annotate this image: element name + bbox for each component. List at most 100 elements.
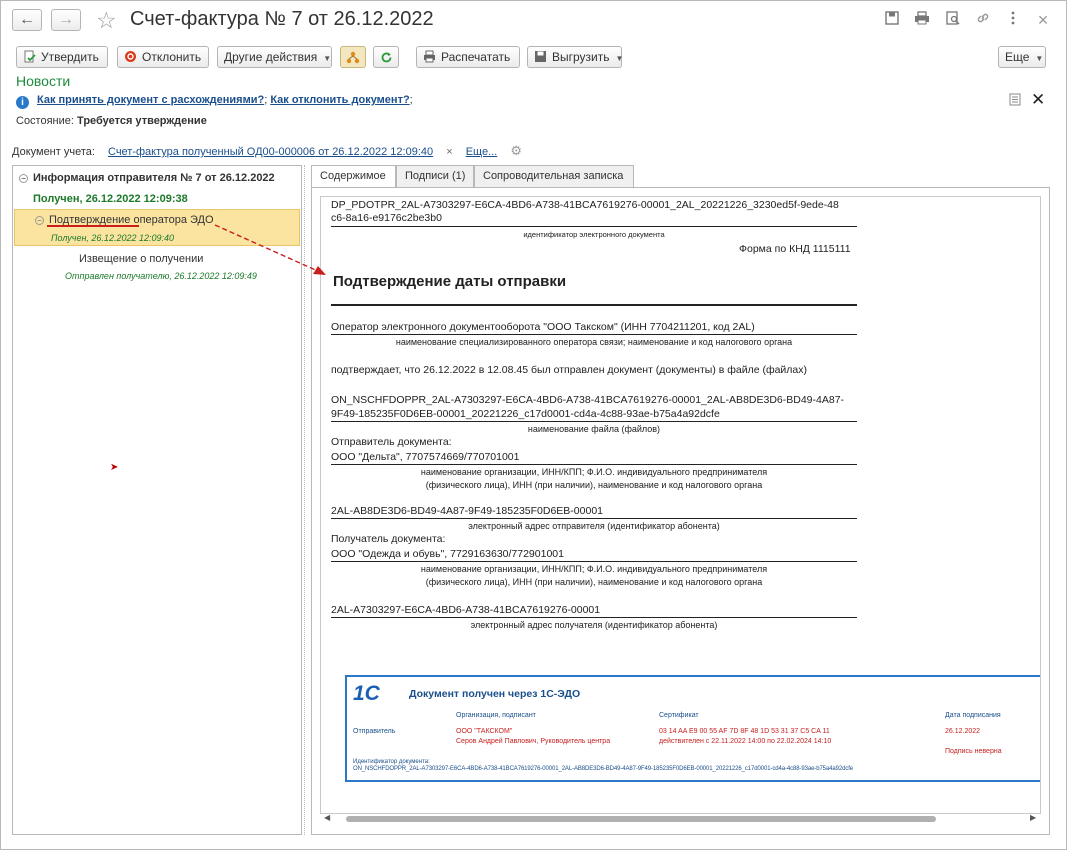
- rule: [331, 226, 857, 227]
- scroll-thumb[interactable]: [346, 816, 936, 822]
- dropdown-caret-icon: ▼: [615, 54, 624, 63]
- accounting-doc-label: Документ учета:: [12, 146, 95, 158]
- print-label: Распечатать: [441, 50, 511, 64]
- save-icon[interactable]: [882, 11, 902, 29]
- stamp-col-cert: Сертификат: [659, 712, 699, 719]
- other-actions-label: Другие действия: [224, 50, 318, 64]
- more-label: Еще: [1005, 50, 1030, 64]
- edo-stamp: 1С Документ получен через 1С-ЭДО Организ…: [345, 675, 1040, 782]
- tab-content[interactable]: Содержимое: [311, 165, 396, 188]
- accounting-doc-more-link[interactable]: Еще...: [466, 146, 498, 158]
- printer-icon: [423, 49, 436, 63]
- gear-icon[interactable]: ⚙: [510, 143, 522, 158]
- how-to-reject-link[interactable]: Как отклонить документ?: [270, 94, 409, 106]
- arrow-left-icon: ←: [19, 11, 35, 28]
- collapse-icon[interactable]: −: [19, 174, 28, 183]
- approve-label: Утвердить: [41, 50, 99, 64]
- collapse-icon[interactable]: −: [35, 216, 44, 225]
- tab-signatures[interactable]: Подписи (1): [396, 165, 474, 187]
- forward-button[interactable]: →: [51, 9, 81, 31]
- news-link[interactable]: Новости: [16, 73, 70, 89]
- export-label: Выгрузить: [552, 50, 610, 64]
- tree-item-notice[interactable]: Извещение о получении: [79, 253, 203, 265]
- stamp-doc-id-label: Идентификатор документа:: [353, 759, 430, 765]
- print-button[interactable]: Распечатать: [416, 46, 520, 68]
- recipient-caption1: наименование организации, ИНН/КПП; Ф.И.О…: [420, 564, 768, 574]
- reject-button[interactable]: Отклонить: [117, 46, 209, 68]
- link-icon[interactable]: [973, 11, 993, 29]
- logo-1c-icon: 1С: [353, 682, 380, 705]
- recipient-address: 2AL-A7303297-E6CA-4BD6-A738-41BCA7619276…: [331, 604, 601, 616]
- horizontal-scrollbar[interactable]: ◀ ▶: [318, 813, 1043, 825]
- sender-caption2: (физического лица), ИНН (при наличии), н…: [425, 480, 763, 490]
- sender-value: ООО "Дельта", 7707574669/770701001: [331, 451, 520, 463]
- tree-item-operator-confirmation[interactable]: − Подтверждение оператора ЭДО Получен, 26…: [14, 209, 300, 246]
- dropdown-caret-icon: ▼: [323, 54, 332, 63]
- stamp-validity: действителен с 22.11.2022 14:00 по 22.02…: [659, 738, 832, 745]
- document-heading: Подтверждение даты отправки: [333, 273, 567, 290]
- document-tree-panel: − Информация отправителя № 7 от 26.12.202…: [12, 165, 302, 835]
- back-button[interactable]: ←: [12, 9, 42, 31]
- preview-icon[interactable]: [943, 11, 963, 29]
- file-id-line1: DP_PDOTPR_2AL-A7303297-E6CA-4BD6-A738-41…: [331, 199, 839, 211]
- filename-line1: ON_NSCHFDOPPR_2AL-A7303297-E6CA-4BD6-A73…: [331, 394, 845, 406]
- stamp-col-date: Дата подписания: [945, 712, 1001, 719]
- refresh-button[interactable]: [373, 46, 399, 68]
- other-actions-button[interactable]: Другие действия ▼: [217, 46, 332, 68]
- recipient-address-caption: электронный адрес получателя (идентифика…: [470, 620, 718, 630]
- sender-address-caption: электронный адрес отправителя (идентифик…: [468, 521, 720, 531]
- close-news-icon[interactable]: ✕: [1031, 90, 1045, 110]
- info-help-line: i Как принять документ с расхождениями?; …: [16, 94, 413, 109]
- stamp-col-org: Организация, подписант: [456, 712, 536, 719]
- file-id-line2: c6-8a16-e9176c2be3b0: [331, 212, 442, 224]
- approve-doc-icon: [23, 49, 36, 63]
- print-icon[interactable]: [912, 11, 932, 29]
- structure-button[interactable]: [340, 46, 366, 68]
- close-window-icon[interactable]: ×: [1033, 11, 1053, 29]
- scroll-left-icon[interactable]: ◀: [324, 813, 330, 822]
- rule: [331, 561, 857, 562]
- star-icon[interactable]: ☆: [96, 7, 117, 34]
- recipient-value: ООО "Одежда и обувь", 7729163630/7729010…: [331, 548, 564, 560]
- window-header: ← → ☆ Счет-фактура № 7 от 26.12.2022 ×: [0, 0, 1067, 40]
- panel-splitter[interactable]: [304, 165, 305, 835]
- state-line: Состояние: Требуется утверждение: [16, 115, 207, 127]
- reject-icon: [124, 49, 137, 62]
- file-id-caption: идентификатор электронного документа: [523, 230, 665, 239]
- state-value: Требуется утверждение: [77, 115, 207, 127]
- stamp-cert: 03 14 AA E9 00 55 AF 7D 8F 48 1D 53 31 3…: [659, 728, 830, 735]
- tab-cover-note[interactable]: Сопроводительная записка: [474, 165, 634, 187]
- rule: [331, 617, 857, 618]
- approve-button[interactable]: Утвердить: [16, 46, 108, 68]
- rule: [331, 304, 857, 306]
- document-list-icon[interactable]: [1009, 93, 1021, 109]
- accept-with-discrepancies-link[interactable]: Как принять документ с расхождениями?: [37, 94, 264, 106]
- document-view[interactable]: DP_PDOTPR_2AL-A7303297-E6CA-4BD6-A738-41…: [320, 196, 1041, 814]
- hierarchy-icon: [341, 47, 365, 73]
- accounting-doc-line: Документ учета: Счет-фактура полученный …: [12, 143, 522, 159]
- more-button[interactable]: Еще ▼: [998, 46, 1046, 68]
- clear-icon[interactable]: ×: [446, 146, 452, 158]
- dropdown-caret-icon: ▼: [1035, 54, 1044, 63]
- scroll-right-icon[interactable]: ▶: [1030, 813, 1036, 822]
- stamp-check-result: Подпись неверна: [945, 748, 1002, 755]
- page-title: Счет-фактура № 7 от 26.12.2022: [130, 8, 434, 30]
- more-vertical-icon[interactable]: [1003, 11, 1023, 29]
- tree-root-status: Получен, 26.12.2022 12:09:38: [33, 193, 188, 205]
- stamp-doc-id: ON_NSCHFDOPPR_2AL-A7303297-E6CA-4BD6-A73…: [353, 766, 854, 772]
- confirms-line: подтверждает, что 26.12.2022 в 12.08.45 …: [331, 364, 808, 376]
- operator-caption: наименование специализированного операто…: [395, 337, 793, 347]
- stamp-row-label: Отправитель: [353, 728, 396, 735]
- accounting-doc-link[interactable]: Счет-фактура полученный ОД00-000006 от 2…: [108, 146, 433, 158]
- sender-label: Отправитель документа:: [331, 436, 452, 448]
- tree-item-status: Получен, 26.12.2022 12:09:40: [51, 233, 174, 243]
- stamp-org: ООО "ТАКСКОМ": [456, 728, 513, 735]
- export-button[interactable]: Выгрузить ▼: [527, 46, 624, 68]
- tree-root-label: Информация отправителя № 7 от 26.12.2022: [33, 172, 275, 184]
- tree-root[interactable]: − Информация отправителя № 7 от 26.12.202…: [19, 172, 275, 184]
- sender-address: 2AL-AB8DE3D6-BD49-4A87-9F49-185235F0D6EB…: [331, 505, 603, 517]
- operator-line: Оператор электронного документооборота "…: [331, 321, 755, 333]
- reject-label: Отклонить: [142, 50, 202, 64]
- stamp-title: Документ получен через 1С-ЭДО: [409, 688, 581, 700]
- info-icon: i: [16, 96, 29, 109]
